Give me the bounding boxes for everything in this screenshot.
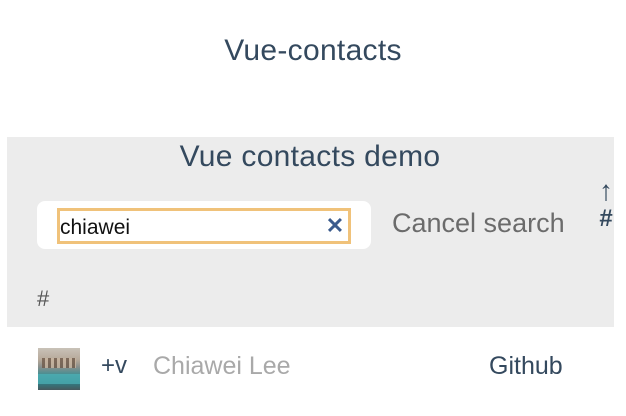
search-field: ✕ bbox=[57, 208, 351, 244]
avatar bbox=[38, 348, 80, 390]
arrow-up-icon: ↑ bbox=[599, 175, 613, 206]
contact-name: Chiawei Lee bbox=[153, 352, 291, 380]
hash-sort-label: # bbox=[599, 205, 613, 232]
cancel-search-button[interactable]: Cancel search bbox=[392, 208, 565, 239]
app-title: Vue-contacts bbox=[224, 34, 402, 67]
github-link[interactable]: Github bbox=[489, 352, 563, 381]
sort-toggle-button[interactable]: ↑ # bbox=[594, 176, 618, 232]
search-input[interactable] bbox=[60, 211, 330, 241]
close-icon[interactable]: ✕ bbox=[324, 213, 346, 239]
section-header: # bbox=[37, 286, 50, 311]
panel-title: Vue contacts demo bbox=[179, 140, 441, 173]
contact-row: +v Chiawei Lee Github bbox=[0, 340, 626, 396]
add-contact-button[interactable]: +v bbox=[101, 352, 127, 380]
